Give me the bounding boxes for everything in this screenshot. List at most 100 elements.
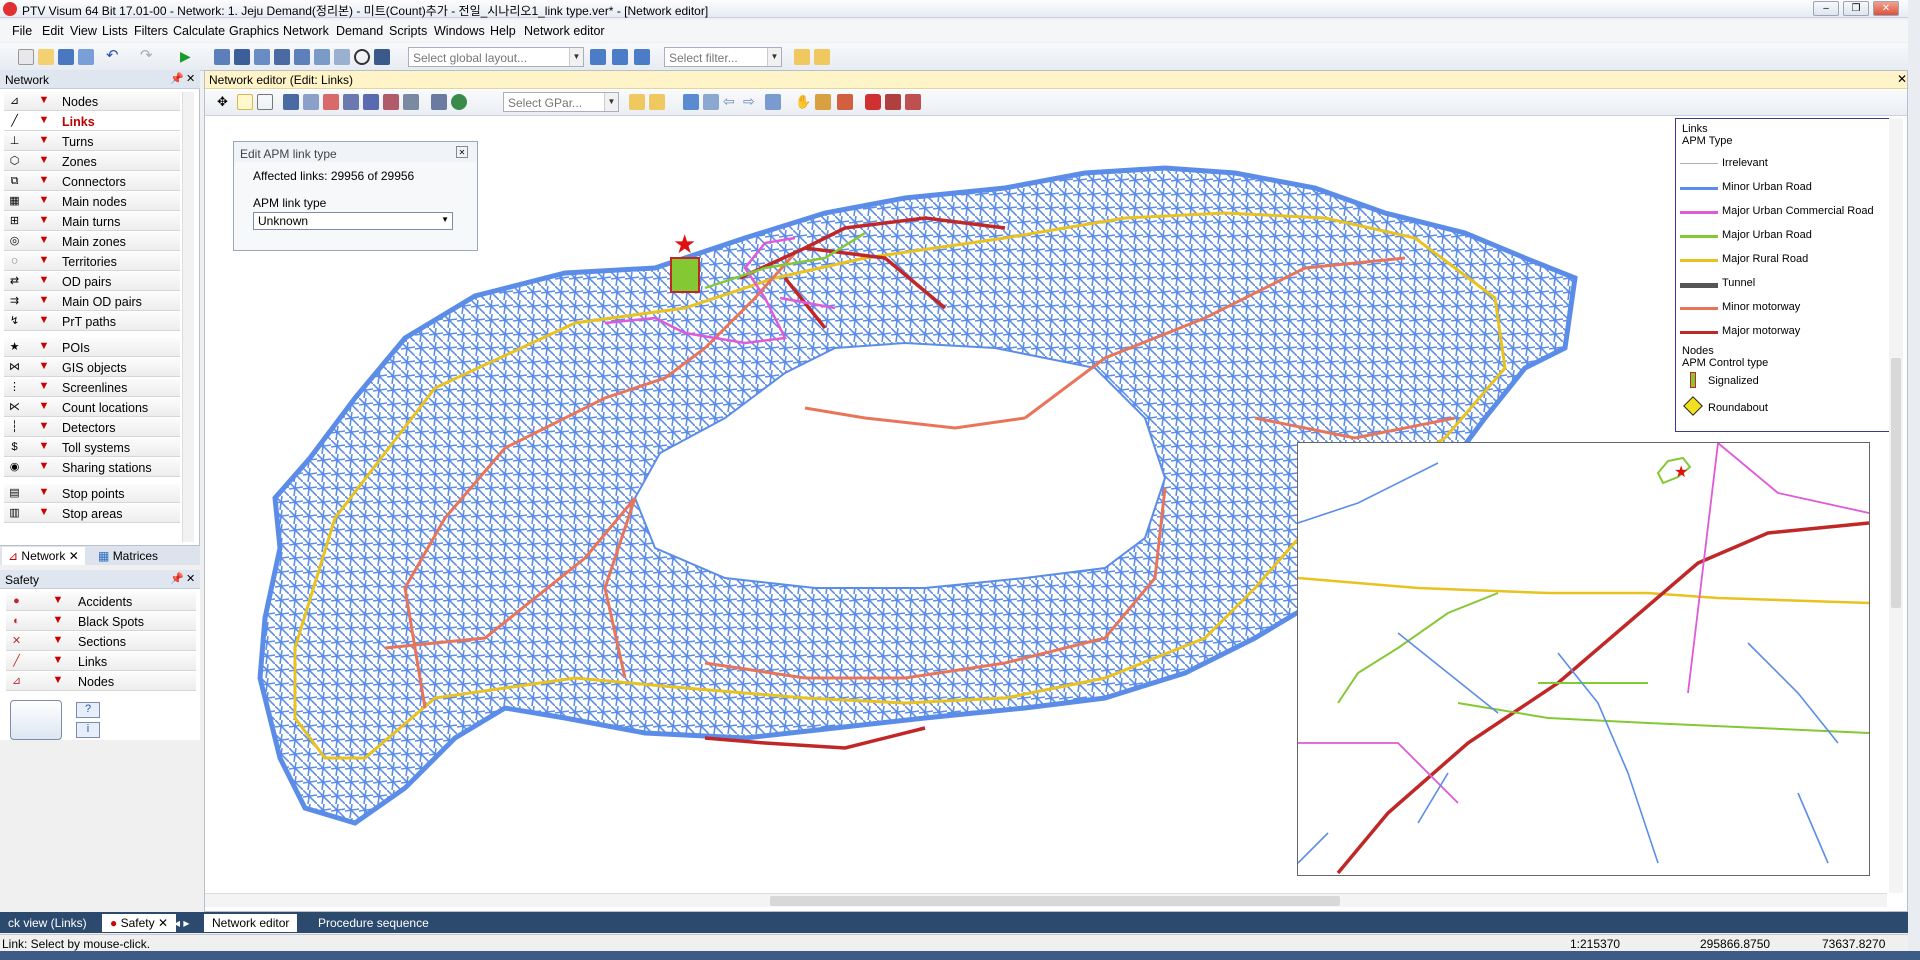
globe-icon[interactable] <box>451 94 467 110</box>
filter-icon[interactable]: ▼ <box>38 340 50 354</box>
tab-matrices[interactable]: ▦ Matrices <box>92 547 164 565</box>
open-gpar-icon[interactable] <box>629 94 645 110</box>
filter-icon[interactable]: ▼ <box>38 174 50 188</box>
gpar-select[interactable]: Select GPar... ▼ <box>503 92 619 112</box>
restore-button[interactable]: ❐ <box>1843 1 1869 16</box>
safety-close-icon[interactable]: ✕ <box>186 572 195 585</box>
filter-icon[interactable]: ▼ <box>38 440 50 454</box>
safety-item-nodes[interactable]: ⊿ ▼ Nodes <box>6 672 196 691</box>
redo-icon[interactable]: ↷ <box>140 48 156 65</box>
new-icon[interactable] <box>18 49 34 65</box>
network-item-main-od-pairs[interactable]: ⇉ ▼ Main OD pairs <box>4 292 180 311</box>
open-icon[interactable] <box>38 49 54 65</box>
filter-icon[interactable]: ▼ <box>38 154 50 168</box>
tab-safety[interactable]: ● Safety ✕ <box>102 914 177 932</box>
network-item-nodes[interactable]: ⊿ ▼ Nodes <box>4 92 180 111</box>
import-icon[interactable] <box>254 49 270 65</box>
spread-icon[interactable] <box>363 94 379 110</box>
filter-icon[interactable]: ▼ <box>52 654 64 668</box>
editor-vertical-scrollbar[interactable] <box>1889 118 1903 893</box>
menu-filters[interactable]: Filters <box>134 24 168 38</box>
network-item-pois[interactable]: ★ ▼ POIs <box>4 338 180 357</box>
undo-icon[interactable]: ↶ <box>106 48 122 65</box>
tab-scroll-arrows[interactable]: ◂ ▸ <box>170 914 193 932</box>
menu-network[interactable]: Network <box>283 24 329 38</box>
run-icon[interactable]: ▶ <box>180 49 196 65</box>
network-item-territories[interactable]: ◌ ▼ Territories <box>4 252 180 271</box>
editor-close-icon[interactable]: ✕ <box>1897 72 1907 86</box>
circle-icon[interactable] <box>354 49 370 65</box>
safety-item-sections[interactable]: ✕ ▼ Sections <box>6 632 196 651</box>
record-icon[interactable] <box>865 94 881 110</box>
help-icon[interactable]: ? <box>76 702 100 718</box>
filter-icon[interactable]: ▼ <box>38 506 50 520</box>
network-item-stop-points[interactable]: ▤ ▼ Stop points <box>4 484 180 503</box>
filter-icon[interactable]: ▼ <box>38 194 50 208</box>
dialog-close-icon[interactable]: ✕ <box>456 146 468 158</box>
filter-icon[interactable]: ▼ <box>38 134 50 148</box>
apm-link-type-select[interactable]: Unknown ▼ <box>253 212 453 230</box>
filter-icon[interactable]: ▼ <box>38 486 50 500</box>
safety-item-black-spots[interactable]: ◐ ▼ Black Spots <box>6 612 196 631</box>
filter-icon[interactable]: ▼ <box>52 674 64 688</box>
safety-pin-icon[interactable]: 📌 <box>170 572 184 585</box>
zoom-all-icon[interactable] <box>683 94 699 110</box>
filter-icon[interactable]: ▼ <box>52 594 64 608</box>
network-item-detectors[interactable]: ┆ ▼ Detectors <box>4 418 180 437</box>
layout-icon[interactable] <box>274 49 290 65</box>
filter-select[interactable]: Select filter... ▼ <box>664 47 782 67</box>
filter-icon[interactable]: ▼ <box>38 294 50 308</box>
filter-icon[interactable]: ▼ <box>38 460 50 474</box>
filter-icon[interactable]: ▼ <box>38 400 50 414</box>
filter-icon[interactable]: ▼ <box>38 254 50 268</box>
menu-calculate[interactable]: Calculate <box>173 24 225 38</box>
network-item-screenlines[interactable]: ⋮ ▼ Screenlines <box>4 378 180 397</box>
map-icon[interactable] <box>334 49 350 65</box>
filter-icon[interactable]: ▼ <box>38 94 50 108</box>
network-item-stop-areas[interactable]: ▥ ▼ Stop areas <box>4 504 180 523</box>
back-icon[interactable]: ⇦ <box>723 94 739 110</box>
safety-item-accidents[interactable]: ● ▼ Accidents <box>6 592 196 611</box>
rectangle-select-icon[interactable] <box>257 94 273 110</box>
network-item-main-nodes[interactable]: ▦ ▼ Main nodes <box>4 192 180 211</box>
menu-graphics[interactable]: Graphics <box>229 24 279 38</box>
zoom-in-icon[interactable] <box>703 94 719 110</box>
network-item-connectors[interactable]: ⧉ ▼ Connectors <box>4 172 180 191</box>
layout-view-icon[interactable] <box>590 49 606 65</box>
layout-column-icon[interactable] <box>634 49 650 65</box>
menu-lists[interactable]: Lists <box>102 24 128 38</box>
network-item-main-turns[interactable]: ⊞ ▼ Main turns <box>4 212 180 231</box>
menu-edit[interactable]: Edit <box>42 24 64 38</box>
filter-icon[interactable]: ▼ <box>38 114 50 128</box>
pin-icon[interactable]: 📌 <box>170 72 184 85</box>
network-item-zones[interactable]: ⬡ ▼ Zones <box>4 152 180 171</box>
network-item-od-pairs[interactable]: ⇄ ▼ OD pairs <box>4 272 180 291</box>
menu-network-editor[interactable]: Network editor <box>524 24 605 38</box>
info-icon[interactable]: i <box>76 722 100 738</box>
network-item-count-locations[interactable]: ⋉ ▼ Count locations <box>4 398 180 417</box>
select-arrow-icon[interactable] <box>237 94 253 110</box>
safety-item-links[interactable]: ╱ ▼ Links <box>6 652 196 671</box>
menu-windows[interactable]: Windows <box>434 24 485 38</box>
tab-quick-view-links[interactable]: ck view (Links) <box>0 914 95 932</box>
global-layout-select[interactable]: Select global layout... ▼ <box>408 47 584 67</box>
list-icon[interactable] <box>294 49 310 65</box>
network-item-toll-systems[interactable]: $ ▼ Toll systems <box>4 438 180 457</box>
horizontal-scroll-thumb[interactable] <box>770 896 1340 906</box>
print-icon[interactable] <box>403 94 419 110</box>
minimize-button[interactable]: – <box>1813 1 1839 16</box>
close-button[interactable]: ✕ <box>1873 1 1899 16</box>
menu-scripts[interactable]: Scripts <box>389 24 427 38</box>
save-all-icon[interactable] <box>78 49 94 65</box>
fit-icon[interactable] <box>885 94 901 110</box>
isochrones-icon[interactable] <box>383 94 399 110</box>
open-filter-icon[interactable] <box>794 49 810 65</box>
filter-icon[interactable]: ▼ <box>38 274 50 288</box>
link-bars-icon[interactable] <box>323 94 339 110</box>
panel-close-icon[interactable]: ✕ <box>186 72 195 85</box>
save-icon[interactable] <box>58 49 74 65</box>
graphic-tool-icon[interactable] <box>214 49 230 65</box>
list-view-icon[interactable] <box>303 94 319 110</box>
network-item-sharing-stations[interactable]: ◉ ▼ Sharing stations <box>4 458 180 477</box>
inset-detail-map[interactable]: ★ <box>1297 442 1870 876</box>
